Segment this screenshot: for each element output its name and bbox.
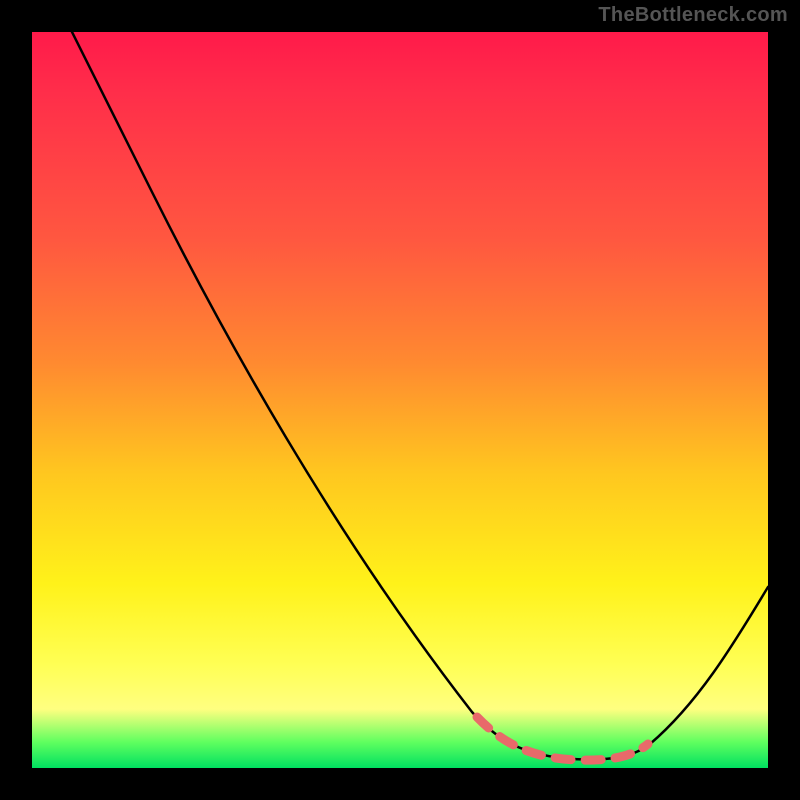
bottleneck-curve-svg xyxy=(32,32,768,768)
plot-area xyxy=(32,32,768,768)
optimal-zone-marker xyxy=(477,717,648,760)
chart-container: TheBottleneck.com xyxy=(0,0,800,800)
watermark-text: TheBottleneck.com xyxy=(598,4,788,27)
bottleneck-curve-line xyxy=(72,32,768,760)
